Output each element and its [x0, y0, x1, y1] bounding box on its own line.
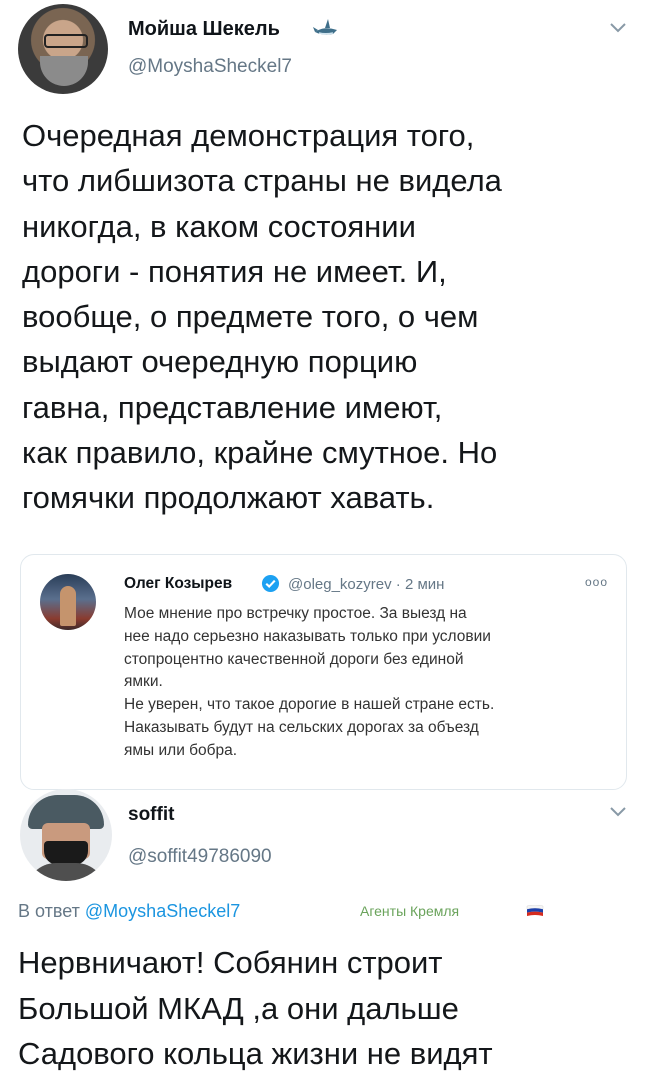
- tweet-text: Очередная демонстрация того, что либшизо…: [22, 118, 502, 516]
- watermark-text: Агенты Кремля: [360, 903, 460, 919]
- avatar-glasses: [44, 34, 88, 48]
- reply-prefix: В ответ: [18, 901, 80, 921]
- chevron-down-icon[interactable]: [609, 806, 627, 818]
- avatar-beard: [40, 56, 88, 86]
- meta-separator: ·: [395, 576, 401, 593]
- avatar-body: [26, 863, 106, 881]
- author-handle[interactable]: @MoyshaSheckel7: [128, 56, 292, 78]
- quoted-author-avatar[interactable]: [40, 574, 96, 630]
- avatar-mask: [44, 841, 88, 865]
- quoted-author-handle[interactable]: @oleg_kozyrev: [288, 576, 392, 593]
- russia-flag-icon: [526, 905, 544, 916]
- chevron-down-icon[interactable]: [609, 22, 627, 34]
- reply-context: В ответ @MoyshaSheckel7: [18, 901, 240, 922]
- reply-author-avatar[interactable]: [20, 789, 112, 881]
- quoted-time[interactable]: 2 мин: [405, 576, 445, 593]
- more-options-icon[interactable]: ooo: [585, 575, 608, 589]
- quoted-author-name[interactable]: Олег Козырев: [124, 575, 232, 593]
- author-avatar[interactable]: [18, 4, 108, 94]
- verified-badge-icon: [261, 574, 280, 593]
- reply-author-handle[interactable]: @soffit49786090: [128, 846, 272, 868]
- reply-tweet-text: Нервничают! Собянин строит Большой МКАД …: [18, 945, 493, 1071]
- shark-emoji-icon: [313, 19, 337, 35]
- quoted-tweet-text: Мое мнение про встречку простое. За выез…: [124, 605, 495, 759]
- quoted-meta: @oleg_kozyrev · 2 мин: [288, 576, 444, 593]
- reply-author-name[interactable]: soffit: [128, 804, 174, 826]
- avatar-figure: [60, 586, 76, 626]
- author-name[interactable]: Мойша Шекель: [128, 18, 280, 41]
- reply-mention-link[interactable]: @MoyshaSheckel7: [85, 901, 240, 921]
